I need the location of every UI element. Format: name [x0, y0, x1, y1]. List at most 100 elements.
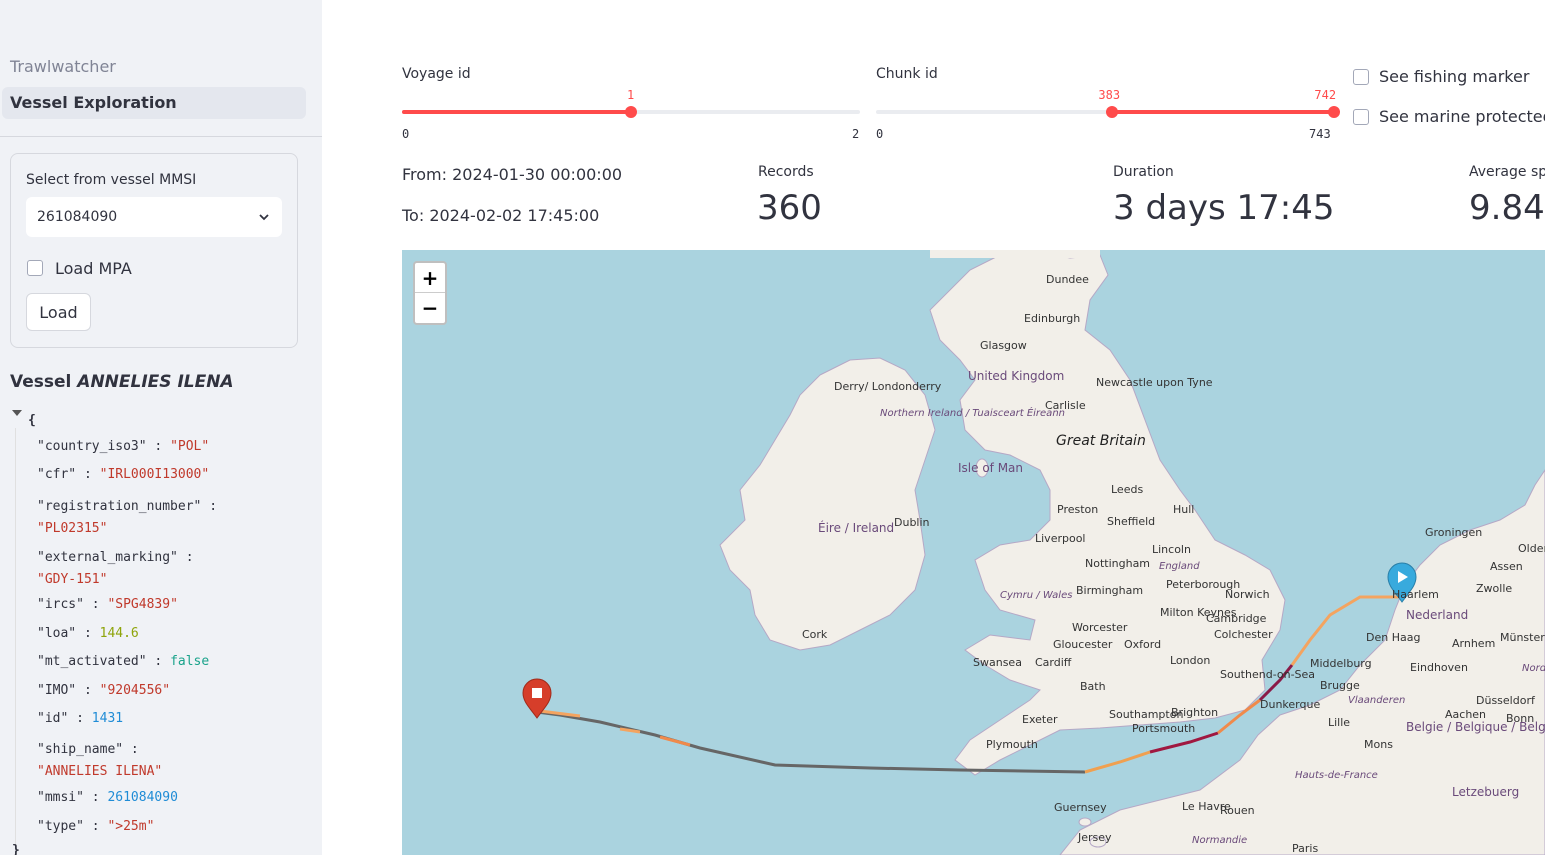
map-label: Nord-West [1522, 663, 1545, 674]
voyage-map[interactable]: + − Dundee Edinburgh Glasgow United Kingdom… [402, 250, 1545, 855]
json-value: "PL02315" [37, 521, 108, 536]
voyage-slider-max: 2 [852, 127, 860, 141]
chevron-down-icon [259, 214, 269, 221]
mmsi-select[interactable]: 261084090 [26, 197, 282, 237]
speed-label: Average speed [1469, 164, 1545, 180]
json-colon: : [146, 439, 171, 454]
map-label: Northern Ireland / Tuaisceart Éireann [880, 408, 1065, 419]
json-row: "ship_name" : "ANNELIES ILENA" [37, 739, 162, 783]
fishing-marker-checkbox[interactable] [1353, 68, 1369, 85]
json-key: "mmsi" [37, 790, 84, 805]
chunk-slider-max: 743 [1309, 127, 1331, 141]
nav-divider [0, 136, 322, 137]
load-button[interactable]: Load [26, 293, 91, 331]
map-label: Swansea [973, 656, 1022, 669]
mpa-checkbox-row[interactable]: See marine protected areas [1353, 107, 1545, 126]
map-label: Arnhem [1452, 637, 1496, 650]
map-label: Dundee [1046, 273, 1089, 286]
json-row: "country_iso3" : "POL" [37, 439, 209, 454]
json-value: 1431 [91, 711, 124, 726]
json-colon: : [76, 626, 100, 641]
map-label: Birmingham [1076, 584, 1144, 597]
chunk-slider-thumb-high[interactable] [1328, 106, 1341, 118]
map-label: Düsseldorf [1476, 694, 1535, 707]
zoom-in-button[interactable]: + [415, 263, 445, 293]
map-label: Eindhoven [1410, 661, 1468, 674]
map-label: Olden [1518, 542, 1545, 555]
map-label: Rouen [1220, 804, 1255, 817]
map-label: Jersey [1078, 831, 1112, 844]
json-value: ">25m" [107, 819, 155, 834]
map-label: Haarlem [1392, 588, 1439, 601]
voyage-slider-min: 0 [402, 127, 410, 141]
chunk-slider-thumb-low[interactable] [1106, 106, 1119, 118]
speed-value: 9.84 [1469, 188, 1545, 228]
map-label: Exeter [1022, 713, 1058, 726]
map-label: Münster [1500, 631, 1545, 644]
voyage-slider-thumb[interactable] [625, 106, 637, 118]
json-value: "POL" [170, 439, 210, 454]
nav-item-trawlwatcher[interactable]: Trawlwatcher [2, 51, 306, 83]
map-label: Hauts-de-France [1295, 770, 1378, 781]
map-label: Mons [1364, 738, 1393, 751]
json-value: false [170, 654, 210, 669]
map-label: Newcastle upon Tyne [1096, 376, 1213, 389]
vessel-title-name: ANNELIES ILENA [77, 372, 234, 392]
zoom-control: + − [413, 261, 447, 325]
records-label: Records [758, 164, 814, 180]
duration-value: 3 days 17:45 [1113, 188, 1335, 228]
collapse-toggle-icon[interactable] [12, 410, 22, 416]
json-key: "cfr" [37, 467, 77, 482]
map-label: Den Haag [1366, 631, 1421, 644]
json-colon: : [83, 819, 108, 834]
map-label: Worcester [1072, 621, 1128, 634]
json-row: "external_marking" : "GDY-151" [37, 547, 194, 591]
mpa-checkbox[interactable] [1353, 108, 1369, 125]
map-label: Lincoln [1152, 543, 1191, 556]
land-guernsey [1078, 817, 1092, 827]
map-label: Norwich [1225, 588, 1270, 601]
land-scotland-top [930, 250, 1100, 258]
map-label: Brugge [1320, 679, 1360, 692]
vessel-form: Select from vessel MMSI 261084090 Load M… [10, 153, 298, 348]
map-label: Guernsey [1054, 801, 1107, 814]
mpa-label: See marine protected areas [1379, 107, 1545, 126]
map-label: Vlaanderen [1348, 695, 1406, 706]
map-label: Southend-on-Sea [1220, 668, 1316, 681]
stop-icon [532, 688, 542, 698]
map-label: Edinburgh [1024, 312, 1081, 325]
map-label: Liverpool [1035, 532, 1086, 545]
map-label: Derry/ Londonderry [834, 380, 942, 393]
json-value: 261084090 [107, 790, 178, 805]
map-label: Nottingham [1085, 557, 1151, 570]
json-value: "SPG4839" [107, 597, 178, 612]
json-value: "9204556" [99, 683, 171, 698]
fishing-marker-checkbox-row[interactable]: See fishing marker [1353, 67, 1529, 86]
chunk-slider-low-value: 383 [1098, 88, 1121, 102]
map-label: Sheffield [1107, 515, 1156, 528]
map-label: England [1159, 561, 1200, 572]
json-key: "type" [37, 819, 84, 834]
json-row: "id" : 1431 [37, 711, 123, 726]
chunk-slider-min: 0 [876, 127, 884, 141]
map-label: Assen [1490, 560, 1523, 573]
map-label: Gloucester [1053, 638, 1113, 651]
json-colon: : [76, 683, 100, 698]
json-row: "cfr" : "IRL000I13000" [37, 467, 209, 482]
map-label: Cambridge [1206, 612, 1267, 625]
map-label: Leeds [1111, 483, 1144, 496]
zoom-out-button[interactable]: − [415, 293, 445, 323]
map-label: Bath [1080, 680, 1106, 693]
json-key: "external_marking" [37, 550, 178, 565]
map-label: Groningen [1425, 526, 1483, 539]
map-label: Middelburg [1310, 657, 1372, 670]
load-mpa-label: Load MPA [55, 258, 132, 278]
map-label: Brighton [1171, 706, 1219, 719]
load-mpa-checkbox-row[interactable]: Load MPA [27, 256, 132, 280]
nav-item-vessel-exploration[interactable]: Vessel Exploration [2, 87, 306, 119]
map-label: Hull [1173, 503, 1195, 516]
map-label: Cymru / Wales [1000, 590, 1073, 601]
json-key: "loa" [37, 626, 77, 641]
json-key: "id" [37, 711, 69, 726]
load-mpa-checkbox[interactable] [27, 260, 43, 276]
